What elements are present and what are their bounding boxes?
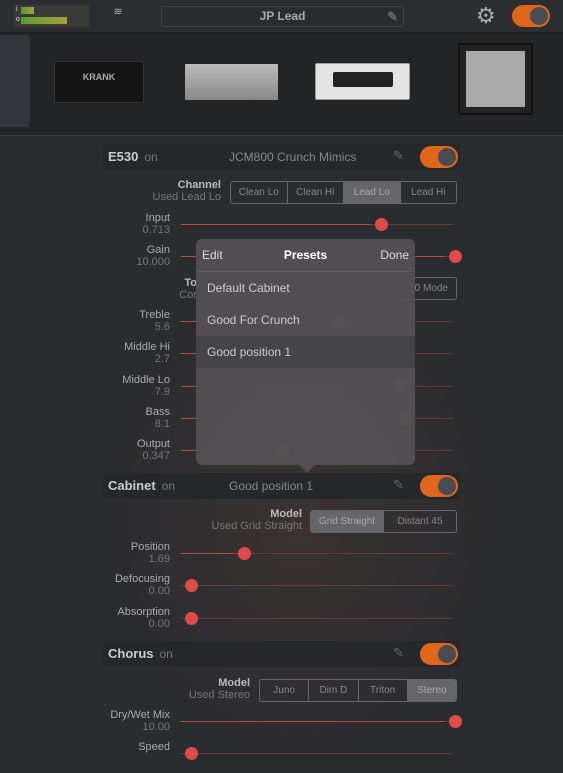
- preset-list-item[interactable]: Good For Crunch: [196, 304, 415, 336]
- noise-gate-icon[interactable]: ≋: [108, 5, 128, 27]
- slider-row: Dry/Wet Mix 10.00: [0, 709, 462, 741]
- amp-item-mesa[interactable]: [184, 63, 279, 101]
- segment-option[interactable]: Clean Lo: [231, 182, 287, 203]
- section-name: E530: [108, 149, 139, 164]
- segment-option[interactable]: Triton: [357, 680, 407, 701]
- slider-track[interactable]: [181, 715, 462, 728]
- segment-option[interactable]: Stereo: [406, 680, 456, 701]
- popover-header: Edit Presets Done: [196, 239, 415, 272]
- amp-item-prev[interactable]: [0, 35, 30, 127]
- pencil-icon[interactable]: ✎: [393, 477, 404, 493]
- krank-logo: KRANK: [82, 72, 116, 82]
- preset-name-field[interactable]: JP Lead ✎: [161, 6, 404, 27]
- edit-button[interactable]: Edit: [202, 239, 223, 272]
- segment-option[interactable]: Juno: [260, 680, 308, 701]
- io-level-meter: i o: [14, 5, 89, 27]
- slider-label: Defocusing 0.00: [114, 573, 170, 598]
- slider-row: Defocusing 0.00: [0, 573, 460, 605]
- slider-row: Position 1.69: [0, 541, 460, 573]
- slider-label: Treble 5.6: [139, 308, 170, 333]
- presets-popover: Edit Presets Done Default Cabinet Good Fo…: [196, 239, 415, 473]
- model-label: Model Used Grid Straight: [211, 508, 302, 532]
- amp-carousel[interactable]: KRANK: [0, 33, 563, 136]
- segment-option[interactable]: Grid Straight: [311, 511, 383, 532]
- slider-track[interactable]: [181, 747, 453, 761]
- output-meter-bar: [21, 17, 68, 24]
- amp-item-fender[interactable]: [458, 43, 533, 115]
- model-segmented-control[interactable]: Juno Dim D Triton Stereo: [259, 679, 457, 702]
- slider-thumb[interactable]: [185, 747, 198, 761]
- slider-label: Middle Hi 2.7: [124, 341, 170, 366]
- gear-icon[interactable]: ⚙: [476, 3, 496, 29]
- section-state: on: [159, 647, 173, 661]
- model-segmented-control[interactable]: Grid Straight Distant 45: [310, 510, 457, 533]
- output-meter-label: o: [16, 16, 20, 23]
- chorus-toggle[interactable]: [420, 643, 458, 665]
- section-preset[interactable]: JCM800 Crunch Mimics: [223, 144, 388, 170]
- channel-label: Channel Used Lead Lo: [152, 179, 222, 203]
- section-preset[interactable]: [223, 641, 388, 667]
- slider-track[interactable]: [181, 611, 453, 625]
- slider-label: Bass 8.1: [145, 405, 170, 430]
- segment-option[interactable]: Lead Lo: [343, 182, 400, 203]
- slider-label: Speed: [138, 741, 170, 754]
- slider-thumb[interactable]: [449, 715, 462, 728]
- slider-label: Position 1.69: [130, 541, 170, 565]
- section-state: on: [144, 150, 158, 164]
- slider-thumb[interactable]: [237, 547, 251, 560]
- segment-option[interactable]: Dim D: [308, 680, 357, 701]
- pencil-icon[interactable]: ✎: [393, 645, 404, 661]
- tone-label: To Cor: [179, 277, 197, 301]
- preset-list-item[interactable]: Default Cabinet: [196, 272, 415, 304]
- chorus-header: Chorus on ✎: [103, 641, 460, 667]
- cabinet-toggle[interactable]: [420, 475, 458, 497]
- slider-row: Absorption 0.00: [0, 606, 460, 638]
- popover-arrow: [299, 465, 315, 473]
- pencil-icon[interactable]: ✎: [387, 7, 398, 26]
- amp-item-krank[interactable]: KRANK: [54, 61, 144, 103]
- slider-label: Absorption 0.00: [117, 605, 170, 630]
- power-toggle[interactable]: [512, 5, 550, 27]
- input-meter-bar: [21, 7, 35, 14]
- slider-track[interactable]: [181, 547, 453, 560]
- section-name: Cabinet: [108, 478, 156, 493]
- slider-label: Gain 10.000: [136, 244, 170, 269]
- slider-thumb[interactable]: [375, 218, 389, 231]
- slider-label: Dry/Wet Mix 10.00: [110, 709, 170, 733]
- segment-option[interactable]: Lead Hi: [399, 182, 457, 203]
- amp_section-header: E530 on JCM800 Crunch Mimics ✎: [103, 144, 460, 170]
- amp-item-evh[interactable]: [315, 63, 410, 100]
- slider-label: Output 0.347: [136, 438, 170, 463]
- slider-label: Middle Lo 7.9: [122, 373, 170, 398]
- done-button[interactable]: Done: [380, 239, 409, 272]
- pencil-icon[interactable]: ✎: [393, 148, 404, 164]
- preset-name: JP Lead: [259, 9, 306, 23]
- channel-segmented-control[interactable]: Clean Lo Clean Hi Lead Lo Lead Hi: [230, 181, 457, 204]
- segment-option[interactable]: Distant 45: [383, 511, 456, 532]
- amp_section-toggle[interactable]: [420, 146, 458, 168]
- slider-thumb[interactable]: [185, 611, 198, 625]
- slider-label: Input 0.713: [142, 212, 170, 236]
- section-state: on: [161, 479, 176, 493]
- top-bar: i o ≋ JP Lead ✎ ⚙: [0, 0, 563, 33]
- slider-row: Speed: [0, 741, 460, 773]
- segment-option[interactable]: Clean Hi: [286, 182, 344, 203]
- slider-track[interactable]: [181, 218, 453, 231]
- cabinet-header: Cabinet on Good position 1 ✎: [103, 473, 460, 499]
- slider-track[interactable]: [181, 579, 453, 593]
- section-name: Chorus: [108, 646, 154, 661]
- section-preset[interactable]: Good position 1: [223, 473, 388, 499]
- input-meter-label: i: [16, 6, 18, 13]
- preset-list-item[interactable]: Good position 1: [196, 336, 415, 368]
- slider-thumb[interactable]: [185, 579, 198, 593]
- model-label: Model Used Stereo: [188, 677, 250, 701]
